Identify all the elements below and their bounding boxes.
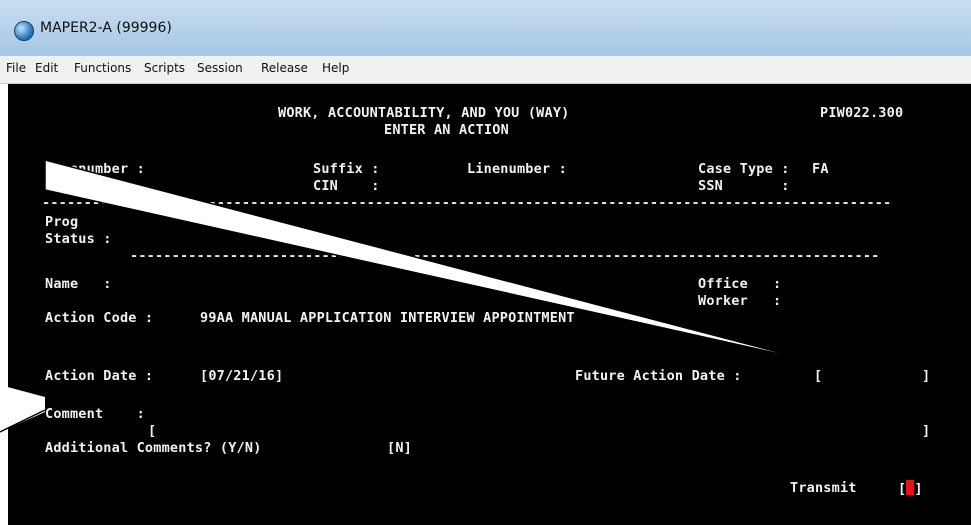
- additional-comments-label: Additional Comments? (Y/N): [45, 440, 262, 456]
- future-date-open-bracket: [: [814, 368, 823, 384]
- transmit-close-bracket: ]: [914, 481, 923, 497]
- casenumber-label: Casenumber :: [45, 161, 145, 177]
- transmit-open-bracket: [: [898, 481, 907, 497]
- divider-line-1: ----------------------------------------…: [42, 195, 892, 211]
- additional-comments-field[interactable]: [N]: [387, 440, 412, 456]
- screen-title: WORK, ACCOUNTABILITY, AND YOU (WAY): [278, 105, 570, 121]
- arreg-label: Arreg :: [45, 178, 137, 194]
- name-label: Name :: [45, 276, 112, 292]
- menu-session[interactable]: Session: [197, 61, 243, 75]
- screen-subtitle: ENTER AN ACTION: [384, 122, 509, 138]
- menu-scripts[interactable]: Scripts: [144, 61, 185, 75]
- transmit-label: Transmit: [790, 480, 857, 496]
- casetype-label: Case Type :: [698, 161, 790, 177]
- comment-label: Comment :: [45, 406, 145, 422]
- cin-label: CIN :: [313, 178, 380, 194]
- action-code-label: Action Code :: [45, 310, 154, 326]
- screen-id: PIW022.300: [820, 105, 904, 121]
- linenumber-label: Linenumber :: [467, 161, 567, 177]
- menu-bar: File Edit Functions Scripts Session Rele…: [0, 56, 971, 84]
- menu-release[interactable]: Release: [261, 61, 308, 75]
- action-date-field[interactable]: [07/21/16]: [200, 368, 283, 384]
- window-titlebar: MAPER2-A (99996): [0, 0, 971, 56]
- action-code-value: 99AA MANUAL APPLICATION INTERVIEW APPOIN…: [200, 310, 575, 326]
- window-title: MAPER2-A (99996): [40, 20, 172, 36]
- future-date-close-bracket: ]: [922, 368, 931, 384]
- window-left-border: [0, 84, 8, 525]
- comment-close-bracket: ]: [922, 423, 931, 439]
- action-date-label: Action Date :: [45, 368, 154, 384]
- menu-help[interactable]: Help: [322, 61, 349, 75]
- suffix-label: Suffix :: [313, 161, 380, 177]
- status-label: Status :: [45, 231, 112, 247]
- ssn-label: SSN :: [698, 178, 790, 194]
- menu-functions[interactable]: Functions: [74, 61, 131, 75]
- prog-label: Prog: [45, 214, 79, 230]
- transmit-field[interactable]: []: [898, 480, 923, 497]
- menu-edit[interactable]: Edit: [35, 61, 58, 75]
- office-label: Office :: [698, 276, 782, 292]
- comment-open-bracket: [: [148, 423, 157, 439]
- app-globe-icon: [14, 21, 34, 41]
- divider-line-2: ----------------------------------------…: [130, 248, 880, 264]
- worker-label: Worker :: [698, 293, 782, 309]
- future-action-date-label: Future Action Date :: [575, 368, 742, 384]
- menu-file[interactable]: File: [6, 61, 26, 75]
- casetype-value: FA: [812, 161, 829, 177]
- terminal-screen[interactable]: WORK, ACCOUNTABILITY, AND YOU (WAY) PIW0…: [0, 84, 971, 525]
